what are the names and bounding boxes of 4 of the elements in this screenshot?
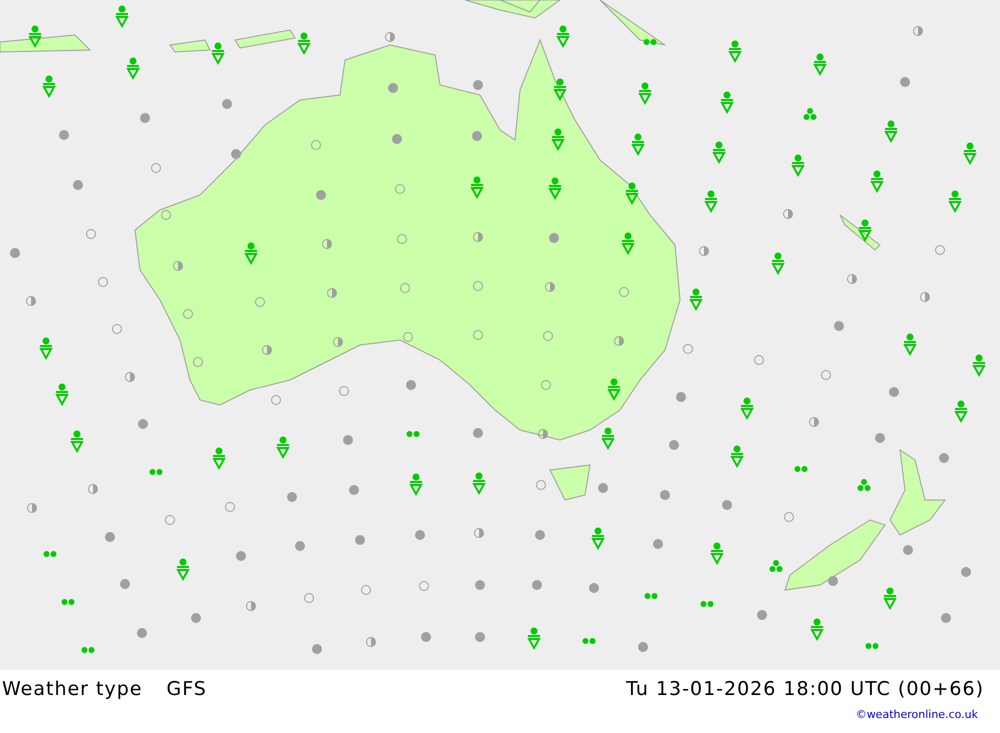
- model-name: GFS: [166, 678, 207, 700]
- map-title: Weather type: [2, 678, 142, 700]
- valid-time: Tu 13-01-2026 18:00 UTC (00+66): [626, 678, 984, 700]
- copyright-credit: ©weatheronline.co.uk: [856, 708, 978, 721]
